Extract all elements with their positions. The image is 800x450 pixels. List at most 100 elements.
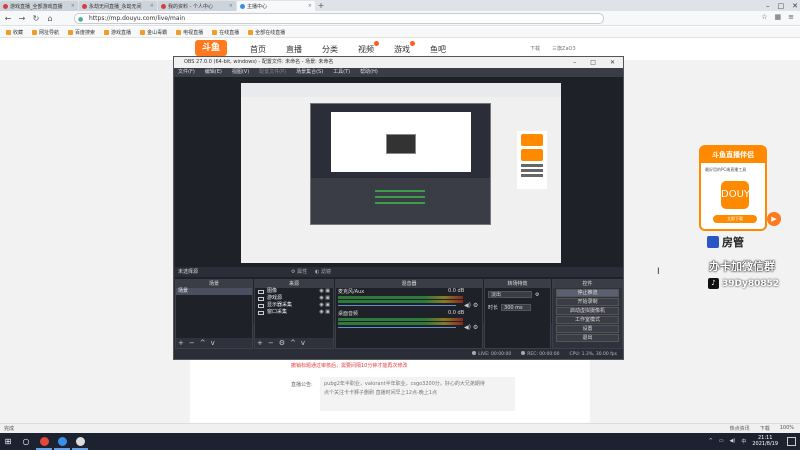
studio-mode-button[interactable]: 工作室模式 xyxy=(556,316,619,324)
menu-tools[interactable]: 工具(T) xyxy=(333,68,350,77)
bookmark-item[interactable]: 网址导航 xyxy=(32,29,59,36)
nav-video[interactable]: 视频 xyxy=(358,41,379,55)
start-recording-button[interactable]: 开始录制 xyxy=(556,298,619,306)
refresh-icon[interactable]: ↻ xyxy=(32,14,40,23)
ad-subtitle: 最好用的PC端直播工具 xyxy=(705,167,747,172)
nav-game[interactable]: 游戏 xyxy=(394,41,415,55)
bookmark-item[interactable]: 金山毒霸 xyxy=(140,29,167,36)
play-icon[interactable]: ▶ xyxy=(767,212,781,226)
close-icon[interactable]: × xyxy=(150,3,154,9)
browser-tab-4[interactable]: 主播中心 × xyxy=(237,1,315,11)
nav-live[interactable]: 直播 xyxy=(286,44,302,55)
source-item[interactable]: 图像 ◉ ▣ xyxy=(255,288,333,295)
speaker-icon[interactable]: ◀) ⚙ xyxy=(464,324,478,331)
stop-streaming-button[interactable]: 停止推流 xyxy=(556,289,619,297)
home-icon[interactable]: ⌂ xyxy=(46,14,54,23)
eye-icon[interactable]: ◉ ▣ xyxy=(319,288,333,295)
back-icon[interactable]: ← xyxy=(4,14,12,23)
close-icon[interactable]: ✕ xyxy=(610,57,615,68)
menu-icon[interactable]: ≡ xyxy=(788,13,794,21)
bookmark-item[interactable]: 游戏直播 xyxy=(104,29,131,36)
bookmark-item[interactable]: 收藏 xyxy=(6,29,23,36)
streamer-tool-ad[interactable]: 斗鱼直播伴侣 最好用的PC端直播工具 DOUYU 立即下载 xyxy=(699,145,767,231)
eye-icon[interactable]: ◉ ▣ xyxy=(319,302,333,309)
remove-icon[interactable]: − xyxy=(268,339,274,347)
forward-icon[interactable]: → xyxy=(18,14,26,23)
source-item[interactable]: 显示器采集 ◉ ▣ xyxy=(255,302,333,309)
close-window-icon[interactable]: ✕ xyxy=(792,2,798,10)
bookmark-item[interactable]: 在线直播 xyxy=(212,29,239,36)
volume-slider[interactable] xyxy=(338,305,456,306)
settings-button[interactable]: 设置 xyxy=(556,325,619,333)
bookmark-item[interactable]: 全部在线直播 xyxy=(248,29,285,36)
download-link[interactable]: 下载 xyxy=(530,45,540,52)
eye-icon[interactable]: ◉ ▣ xyxy=(319,309,333,316)
browser-tab-1[interactable]: 游戏直播_全部游戏直播 × xyxy=(0,1,78,11)
maximize-icon[interactable]: □ xyxy=(590,57,596,68)
exit-button[interactable]: 退出 xyxy=(556,334,619,342)
volume-icon[interactable]: ◀) xyxy=(730,438,736,444)
nav-yuba[interactable]: 鱼吧 xyxy=(430,44,446,55)
minimize-icon[interactable]: – xyxy=(573,57,576,68)
gear-icon[interactable]: ⚙ xyxy=(279,339,285,347)
browser-app-icon[interactable] xyxy=(54,433,70,450)
input-language[interactable]: 中 xyxy=(741,438,746,445)
address-bar[interactable]: ● https://mp.douyu.com/live/main xyxy=(74,13,604,24)
search-icon[interactable]: ○ xyxy=(18,433,34,450)
zoom-level[interactable]: 100% xyxy=(780,425,794,432)
douyu-logo[interactable]: 斗鱼 xyxy=(195,40,227,56)
browser-tab-3[interactable]: 我的资料 - 个人中心 × xyxy=(158,1,236,11)
close-icon[interactable]: × xyxy=(308,3,312,9)
add-icon[interactable]: + xyxy=(257,339,263,347)
properties-button[interactable]: ⚙ 属性 xyxy=(291,267,307,277)
close-icon[interactable]: × xyxy=(71,3,75,9)
download-button[interactable]: 立即下载 xyxy=(713,215,757,223)
duration-field[interactable]: 300 ms xyxy=(501,304,532,311)
down-icon[interactable]: v xyxy=(301,339,305,347)
user-name[interactable]: 三旗ZaO3 xyxy=(552,45,576,52)
speaker-icon[interactable]: ◀) ⚙ xyxy=(464,302,478,309)
source-item[interactable]: 窗口采集 ◉ ▣ xyxy=(255,309,333,316)
scene-item[interactable]: 场景 xyxy=(176,288,252,295)
download-link[interactable]: 下载 xyxy=(760,425,770,432)
menu-help[interactable]: 帮助(H) xyxy=(360,68,378,77)
star-icon[interactable]: ☆ xyxy=(761,13,767,21)
volume-slider[interactable] xyxy=(338,327,456,328)
browser-tab-2[interactable]: 永劫无间直播_永劫无间 × xyxy=(79,1,157,11)
gear-icon[interactable]: ⚙ xyxy=(535,292,539,298)
bookmark-icon xyxy=(140,29,146,35)
up-icon[interactable]: ^ xyxy=(290,339,296,347)
menu-edit[interactable]: 编辑(E) xyxy=(205,68,222,77)
bookmark-item[interactable]: 电视直播 xyxy=(176,29,203,36)
source-item[interactable]: 游戏源 ◉ ▣ xyxy=(255,295,333,302)
douyu-app-icon[interactable] xyxy=(36,433,52,450)
remove-icon[interactable]: − xyxy=(189,339,195,347)
up-icon[interactable]: ^ xyxy=(200,339,206,347)
notification-icon[interactable] xyxy=(787,437,796,446)
minimize-icon[interactable]: – xyxy=(766,2,770,10)
menu-profile[interactable]: 配置文件(P) xyxy=(259,68,286,77)
menu-scene-collection[interactable]: 场景集合(S) xyxy=(296,68,323,77)
menu-view[interactable]: 视图(V) xyxy=(232,68,249,77)
hot-news-link[interactable]: 热点资讯 xyxy=(730,425,750,432)
clock[interactable]: 21:11 2021/8/19 xyxy=(752,435,778,447)
add-icon[interactable]: + xyxy=(178,339,184,347)
start-icon[interactable]: ⊞ xyxy=(0,433,16,450)
network-icon[interactable]: ▭ xyxy=(719,438,724,444)
down-icon[interactable]: v xyxy=(211,339,215,347)
menu-file[interactable]: 文件(F) xyxy=(178,68,195,77)
filters-button[interactable]: ◐ 滤镜 xyxy=(315,267,331,277)
transition-select[interactable]: 淡出 xyxy=(488,291,532,298)
tray-arrow-icon[interactable]: ^ xyxy=(709,438,713,444)
obs-app-icon[interactable] xyxy=(72,433,88,450)
virtual-camera-button[interactable]: 启动虚拟摄像机 xyxy=(556,307,619,315)
extensions-icon[interactable]: ▦ xyxy=(775,13,782,21)
nav-home[interactable]: 首页 xyxy=(250,44,266,55)
eye-icon[interactable]: ◉ ▣ xyxy=(319,295,333,302)
maximize-icon[interactable]: □ xyxy=(778,2,785,10)
close-icon[interactable]: × xyxy=(229,3,233,9)
bookmark-item[interactable]: 百度搜索 xyxy=(68,29,95,36)
announcement-field[interactable]: pubg2年半职业，valorant半年职业，csgo3200分。好心的大兄弟期… xyxy=(320,377,515,411)
nav-category[interactable]: 分类 xyxy=(322,44,338,55)
new-tab-button[interactable]: + xyxy=(316,1,326,11)
